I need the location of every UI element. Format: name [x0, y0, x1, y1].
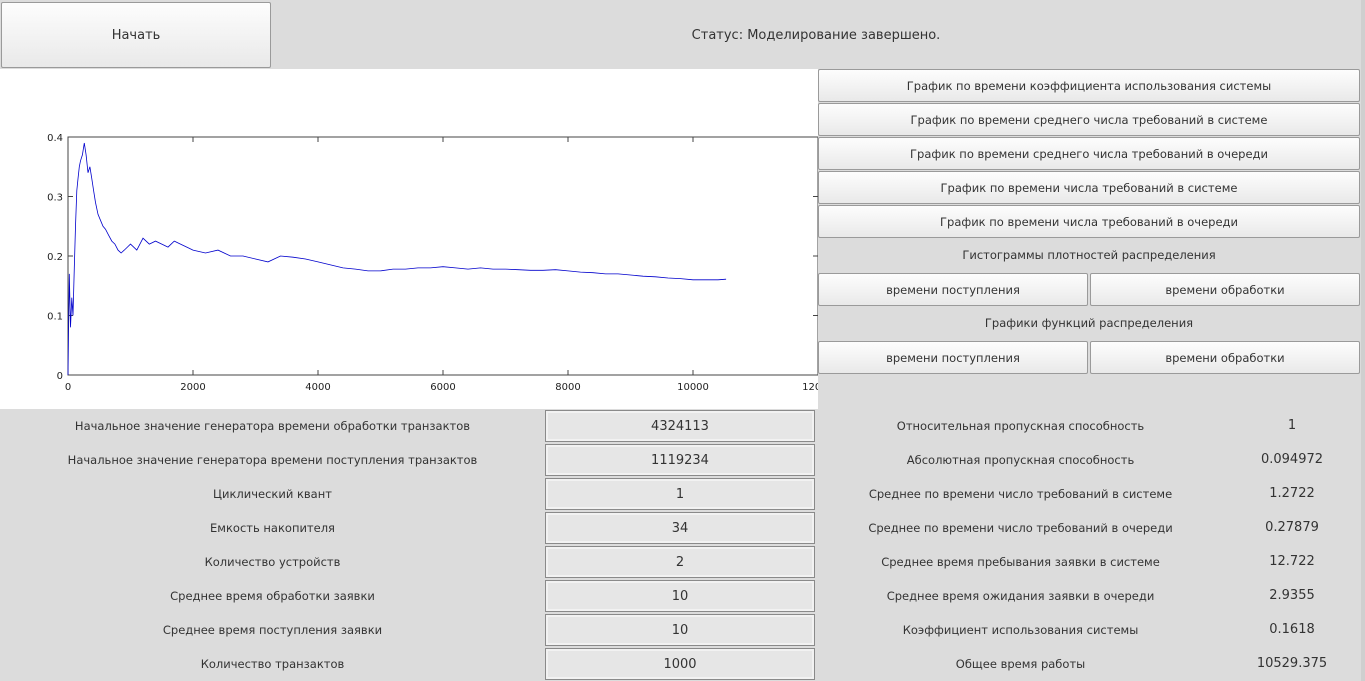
input-label: Начальное значение генератора времени по… — [67, 452, 478, 467]
plot-frame — [67, 136, 819, 376]
x-tick-label: 6000 — [430, 382, 455, 393]
result-value: 0.094972 — [1260, 452, 1324, 467]
input-field[interactable]: 1000 — [545, 648, 815, 680]
input-label: Количество устройств — [204, 554, 341, 569]
window-edge — [1361, 0, 1365, 681]
result-label: Коэффициент использования системы — [902, 622, 1139, 637]
graph-button-4[interactable]: График по времени числа требований в сис… — [818, 171, 1360, 204]
histogram-arrival-button[interactable]: времени поступления — [818, 273, 1088, 306]
result-value: 12.722 — [1269, 554, 1315, 569]
graph-button-3[interactable]: График по времени среднего числа требова… — [818, 137, 1360, 170]
line-chart: 0 2000 4000 6000 8000 10000 12000 0 0.1 0.2 0.3 0.4 — [47, 133, 834, 393]
input-label: Емкость накопителя — [210, 520, 335, 535]
result-label: Среднее по времени число требований в си… — [868, 486, 1173, 501]
x-tick-label: 0 — [65, 382, 71, 393]
result-value: 2.9355 — [1269, 588, 1315, 603]
input-label: Циклический квант — [213, 486, 332, 501]
input-field[interactable]: 2 — [545, 546, 815, 578]
distribution-processing-button[interactable]: времени обработки — [1090, 341, 1360, 374]
x-tick-label: 8000 — [555, 382, 580, 393]
result-label: Общее время работы — [955, 656, 1086, 671]
x-tick-label: 2000 — [180, 382, 205, 393]
graph-button-1[interactable]: График по времени коэффициента использов… — [818, 69, 1360, 102]
result-label: Среднее время ожидания заявки в очереди — [886, 588, 1155, 603]
x-tick-label: 4000 — [305, 382, 330, 393]
graph-button-2[interactable]: График по времени среднего числа требова… — [818, 103, 1360, 136]
y-tick-label: 0.1 — [47, 312, 63, 323]
input-field[interactable]: 1 — [545, 478, 815, 510]
distribution-arrival-button[interactable]: времени поступления — [818, 341, 1088, 374]
input-label: Количество транзактов — [200, 656, 345, 671]
result-label: Среднее по времени число требований в оч… — [868, 520, 1173, 535]
y-tick-label: 0.4 — [47, 133, 63, 144]
x-tick-label: 10000 — [677, 382, 709, 393]
graph-button-5[interactable]: График по времени числа требований в оче… — [818, 205, 1360, 238]
result-value: 1.2722 — [1269, 486, 1315, 501]
chart-panel: 0 2000 4000 6000 8000 10000 12000 0 0.1 0.2 0.3 0.4 — [0, 69, 834, 409]
start-button[interactable]: Начать — [1, 2, 271, 68]
series-line — [67, 142, 727, 376]
y-tick-label: 0.2 — [47, 252, 63, 263]
x-tick-label: 12000 — [802, 382, 818, 393]
status-text: Статус: Моделирование завершено. — [691, 27, 941, 43]
input-label: Начальное значение генератора времени об… — [74, 418, 471, 433]
result-label: Абсолютная пропускная способность — [906, 452, 1135, 467]
result-value: 0.1618 — [1269, 622, 1315, 637]
histograms-title: Гистограммы плотностей распределения — [962, 248, 1216, 262]
y-tick-label: 0 — [57, 371, 63, 382]
input-field[interactable]: 34 — [545, 512, 815, 544]
distributions-title: Графики функций распределения — [984, 316, 1194, 330]
histogram-processing-button[interactable]: времени обработки — [1090, 273, 1360, 306]
input-label: Среднее время обработки заявки — [170, 588, 375, 603]
input-label: Среднее время поступления заявки — [162, 622, 383, 637]
input-field[interactable]: 10 — [545, 614, 815, 646]
result-label: Относительная пропускная способность — [896, 418, 1145, 433]
result-value: 10529.375 — [1256, 656, 1328, 671]
input-field[interactable]: 1119234 — [545, 444, 815, 476]
y-tick-label: 0.3 — [47, 193, 63, 204]
result-label: Среднее время пребывания заявки в систем… — [881, 554, 1160, 569]
result-value: 1 — [1287, 418, 1297, 433]
input-field[interactable]: 10 — [545, 580, 815, 612]
result-value: 0.27879 — [1265, 520, 1319, 535]
input-field[interactable]: 4324113 — [545, 410, 815, 442]
